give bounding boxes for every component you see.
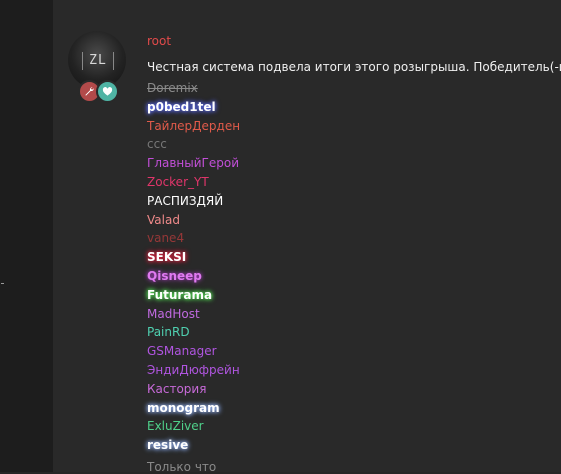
winner-item[interactable]: ЭндиДюфрейн	[147, 361, 240, 380]
winner-item[interactable]: Valad	[147, 211, 240, 230]
winner-item[interactable]: Кастория	[147, 380, 240, 399]
winner-item[interactable]: resive	[147, 436, 240, 455]
winner-item[interactable]: Zocker_YT	[147, 173, 240, 192]
winner-item[interactable]: MadHost	[147, 305, 240, 324]
winner-item[interactable]: ГлавныйГерой	[147, 154, 240, 173]
winner-item[interactable]: РАСПИЗДЯЙ	[147, 192, 240, 211]
winners-list: Doremix p0bed1tel ТайлерДерден ccc ГлавныйГе…	[147, 79, 240, 455]
left-sidebar-strip	[0, 0, 53, 472]
author-name[interactable]: root	[147, 34, 171, 48]
winner-item[interactable]: Qisneep	[147, 267, 240, 286]
heart-icon	[96, 80, 119, 103]
winner-item[interactable]: Doremix	[147, 79, 240, 98]
post-message: Честная система подвела итоги этого розы…	[147, 60, 561, 74]
winner-item[interactable]: GSManager	[147, 342, 240, 361]
winner-item[interactable]: vane4	[147, 229, 240, 248]
winner-item[interactable]: ExluZiver	[147, 417, 240, 436]
winner-item[interactable]: p0bed1tel	[147, 98, 240, 117]
winner-item[interactable]: PainRD	[147, 323, 240, 342]
winner-item[interactable]: monogram	[147, 399, 240, 418]
winner-item[interactable]: ТайлерДерден	[147, 117, 240, 136]
avatar[interactable]: ZL	[68, 31, 126, 89]
winner-item[interactable]: ccc	[147, 135, 240, 154]
winner-item[interactable]: Futurama	[147, 286, 240, 305]
avatar-logo: ZL	[82, 52, 114, 70]
winner-item[interactable]: SEKSI	[147, 248, 240, 267]
author-avatar-group[interactable]: ZL	[68, 31, 128, 103]
sidebar-marker	[1, 283, 4, 284]
